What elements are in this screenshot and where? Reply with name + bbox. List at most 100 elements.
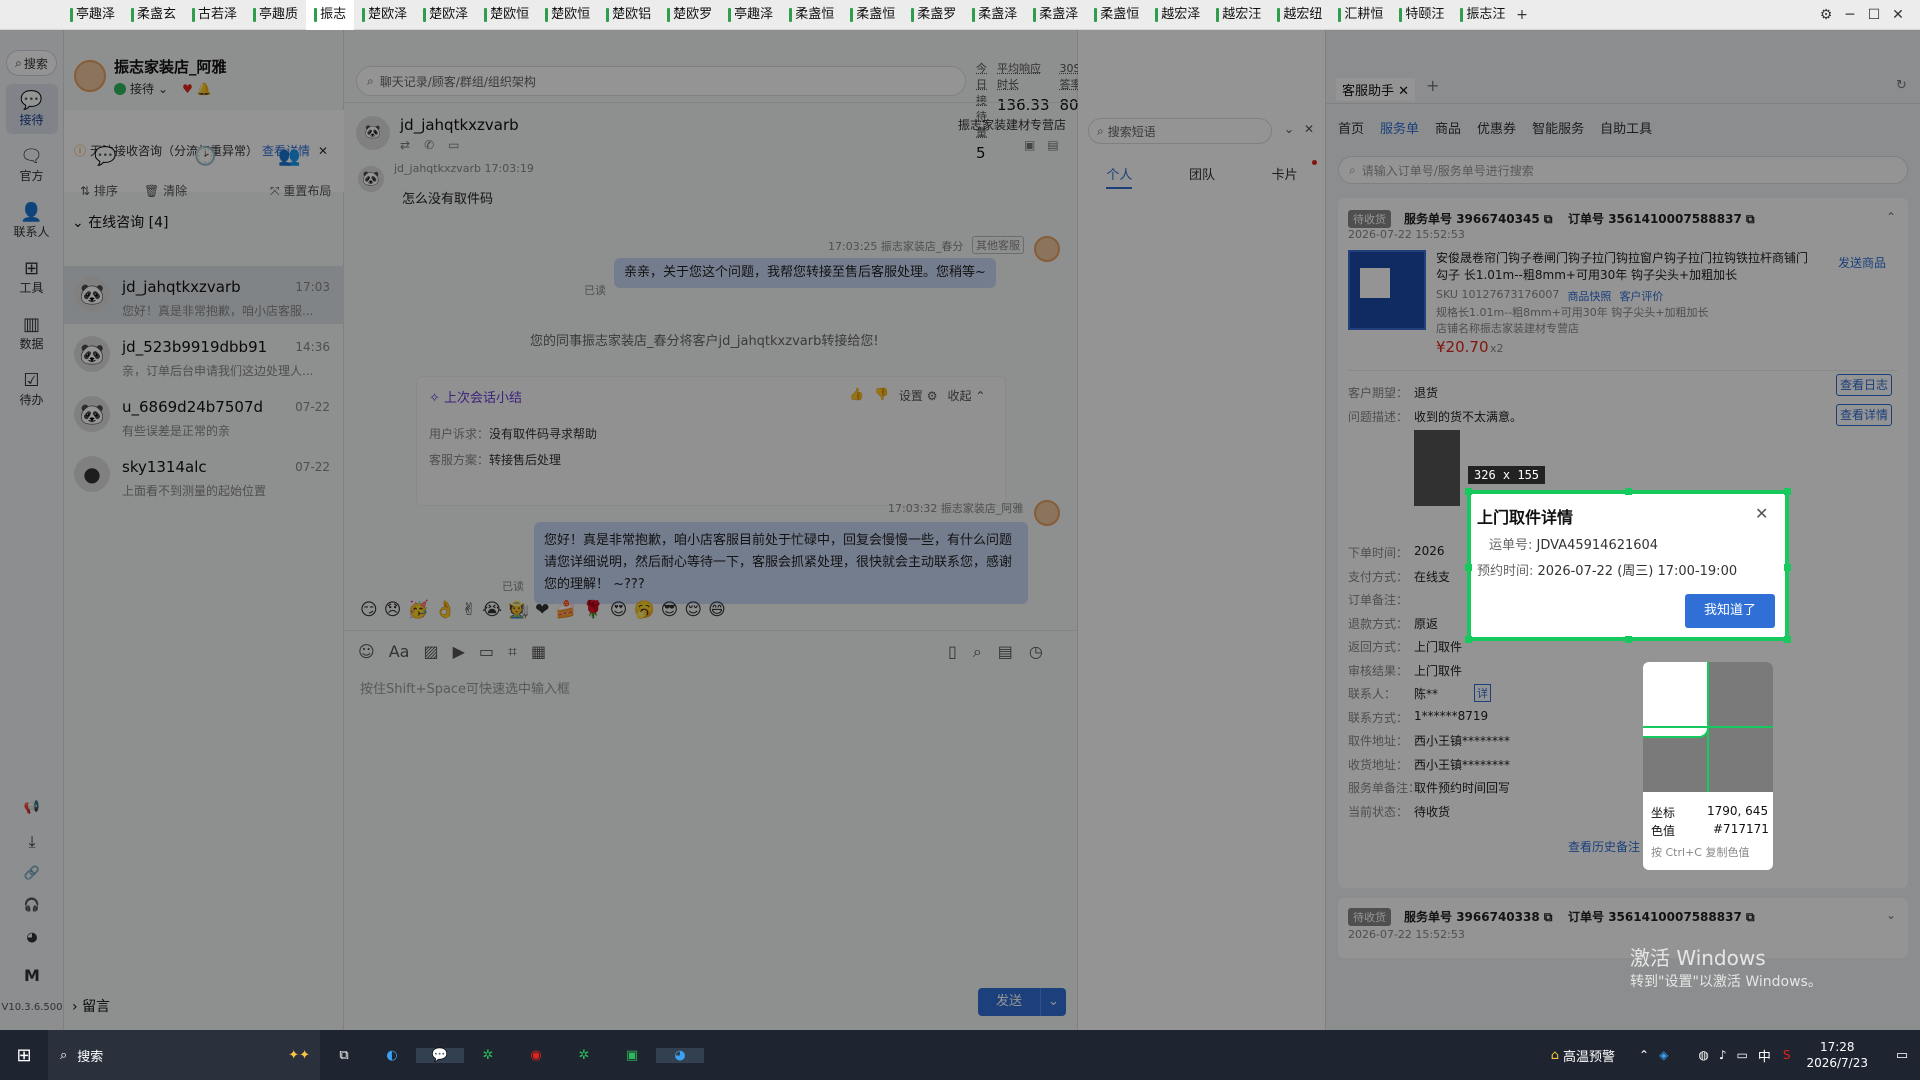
notification-icon[interactable]: ▭ [1884,1048,1920,1063]
resize-handle[interactable] [1784,636,1791,643]
shop-tab[interactable]: 柔盏玄 [123,0,184,30]
assistant-nav-item[interactable]: 商品 [1435,118,1461,137]
shop-tab[interactable]: 柔盏恒 [1086,0,1147,30]
comment-icon[interactable]: ▭ [448,138,459,152]
quick-reply-tab[interactable]: 卡片 [1272,164,1298,189]
minimize-button[interactable]: ─ [1838,7,1862,23]
windows-start-icon[interactable]: ⊞ [0,1045,48,1066]
close-icon[interactable]: ✕ [1304,122,1314,136]
collapse-chevron-icon[interactable]: ⌄ [1284,122,1294,136]
shop-tab[interactable]: 亭趣质 [245,0,306,30]
shop-tab[interactable]: 振志汪 [1452,0,1510,30]
add-tab-button[interactable]: + [1510,7,1534,23]
global-search-input[interactable]: ⌕ 聊天记录/顾客/群组/组织架构 [356,66,966,96]
network-icon[interactable]: ◍ [1698,1048,1708,1062]
emoji-icon[interactable]: 🍰 [555,600,576,620]
emoji-icon[interactable]: 😏 [360,600,378,620]
history-remark-link[interactable]: 查看历史备注 [1568,838,1640,855]
conversation-item[interactable]: 🐼 jd_523b9919dbb91 14:36 亲，订单后台申请我们这边处理人... [64,326,344,384]
add-tab-icon[interactable]: + [1426,76,1439,95]
view-detail-button[interactable]: 查看详情 [1836,404,1892,426]
shop-tab[interactable]: 柔盏罗 [903,0,964,30]
shop-tab[interactable]: 楚欧铝 [598,0,659,30]
history-tab-icon[interactable]: 🕑 [194,146,216,167]
shop-tab[interactable]: 楚欧泽 [415,0,476,30]
send-options-chevron-icon[interactable]: ⌄ [1040,988,1066,1016]
assistant-nav-item[interactable]: 服务单 [1380,118,1419,137]
taskbar-search[interactable]: ⌕ 搜索 ✦✦ [48,1030,320,1080]
nav-item[interactable]: ☑ 待办 [6,364,58,414]
shop-tab[interactable]: 越宏汪 [1208,0,1269,30]
jd-app-icon[interactable]: ◕ [656,1047,704,1063]
quick-reply-tab[interactable]: 个人 [1106,164,1133,189]
heart-icon[interactable]: ♥ [182,82,193,96]
font-icon[interactable]: Aa [389,642,410,662]
edge-icon[interactable]: ◐ [368,1048,416,1063]
conversation-item[interactable]: 🐼 jd_jahqtkxzvarb 17:03 您好！真是非常抱歉，咱小店客服... [64,266,344,324]
close-icon[interactable]: ✕ [318,144,328,158]
ime-s-icon[interactable]: S [1783,1048,1791,1062]
copy-icon[interactable]: ⧉ [1746,212,1755,226]
copy-icon[interactable]: ⧉ [1746,910,1755,924]
screenshot-icon[interactable]: ⌕ [973,642,982,662]
assistant-tab[interactable]: 客服助手 ✕ [1336,78,1416,101]
folder-icon[interactable]: ▭ [479,642,494,662]
acknowledge-button[interactable]: 我知道了 [1685,594,1775,628]
shop-tab[interactable]: 越宏泽 [1147,0,1208,30]
send-button[interactable]: 发送 ⌄ [978,988,1066,1016]
assistant-nav-item[interactable]: 首页 [1338,118,1364,137]
shop-tab[interactable]: 楚欧恒 [476,0,537,30]
settings-icon[interactable]: ⚙ [1814,7,1838,23]
app-star-icon[interactable]: ✲ [464,1048,512,1063]
emoji-icon[interactable]: ☺ [358,642,375,662]
view-log-button[interactable]: 查看日志 [1836,374,1892,396]
nav-item[interactable]: ⊞ 工具 [6,252,58,302]
nav-item[interactable]: 💬 接待 [5,84,58,134]
chevron-up-icon[interactable]: ⌃ [1886,210,1896,224]
copy-icon[interactable]: ⧉ [1544,212,1553,226]
online-consult-section[interactable]: ⌄ 在线咨询 [4] [72,212,168,232]
copy-icon[interactable]: ⧉ [1544,910,1553,924]
emoji-icon[interactable]: 👌 [435,600,456,620]
shop-tab[interactable]: 柔盏泽 [1025,0,1086,30]
shop-tab[interactable]: 越宏纽 [1269,0,1330,30]
emoji-icon[interactable]: ❤ [535,600,549,620]
agent-status[interactable]: 接待 ⌄ ♥ 🔔 [114,80,212,97]
issue-photo[interactable] [1414,430,1460,506]
nav-search-button[interactable]: ⌕ 搜索 [6,50,57,76]
resize-handle[interactable] [1625,636,1632,643]
assistant-nav-item[interactable]: 自助工具 [1600,118,1652,137]
volume-icon[interactable]: ♪ [1719,1048,1727,1062]
close-icon[interactable]: ✕ [1755,504,1768,523]
task-view-icon[interactable]: ⧉ [320,1048,368,1063]
bell-icon[interactable]: 🔔 [197,82,212,96]
reset-layout-button[interactable]: ⤧ 重置布局 [270,182,331,199]
emoji-icon[interactable]: 😌 [684,600,702,620]
assistant-nav-item[interactable]: 智能服务 [1532,118,1584,137]
shop-tab[interactable]: 亭趣泽 [720,0,781,30]
customer-eval-link[interactable]: 客户评价 [1619,288,1663,304]
link-icon[interactable]: 🔗 [0,866,64,881]
clock[interactable]: 17:28 2026/7/23 [1806,1039,1868,1071]
emoji-icon[interactable]: ✌ [462,600,476,620]
emoji-icon[interactable]: 🥱 [633,600,654,620]
quick-reply-tab[interactable]: 团队 [1189,164,1215,189]
shop-tab[interactable]: 汇耕恒 [1330,0,1391,30]
emoji-icon[interactable]: 🥳 [407,600,428,620]
emoji-icon[interactable]: 😞 [384,600,402,620]
robot-icon[interactable]: ◕ [0,930,64,945]
refresh-icon[interactable]: ↻ [1896,78,1907,93]
transfer-icon[interactable]: ⇄ [400,138,410,152]
phone-icon[interactable]: ✆ [424,138,434,152]
resize-handle[interactable] [1465,488,1472,495]
product-snapshot-link[interactable]: 商品快照 [1567,288,1611,304]
video-icon[interactable]: ▶ [453,642,465,662]
shop-tab[interactable]: 亭趣泽 [62,0,123,30]
close-window-button[interactable]: ✕ [1886,7,1910,23]
resize-handle[interactable] [1465,564,1472,571]
megaphone-icon[interactable]: 📢 [0,800,64,815]
app-star2-icon[interactable]: ✲ [560,1048,608,1063]
tray-chevron-icon[interactable]: ⌃ [1639,1048,1649,1062]
shop-tab[interactable]: 楚欧泽 [354,0,415,30]
crop-icon[interactable]: ⌗ [508,642,517,662]
